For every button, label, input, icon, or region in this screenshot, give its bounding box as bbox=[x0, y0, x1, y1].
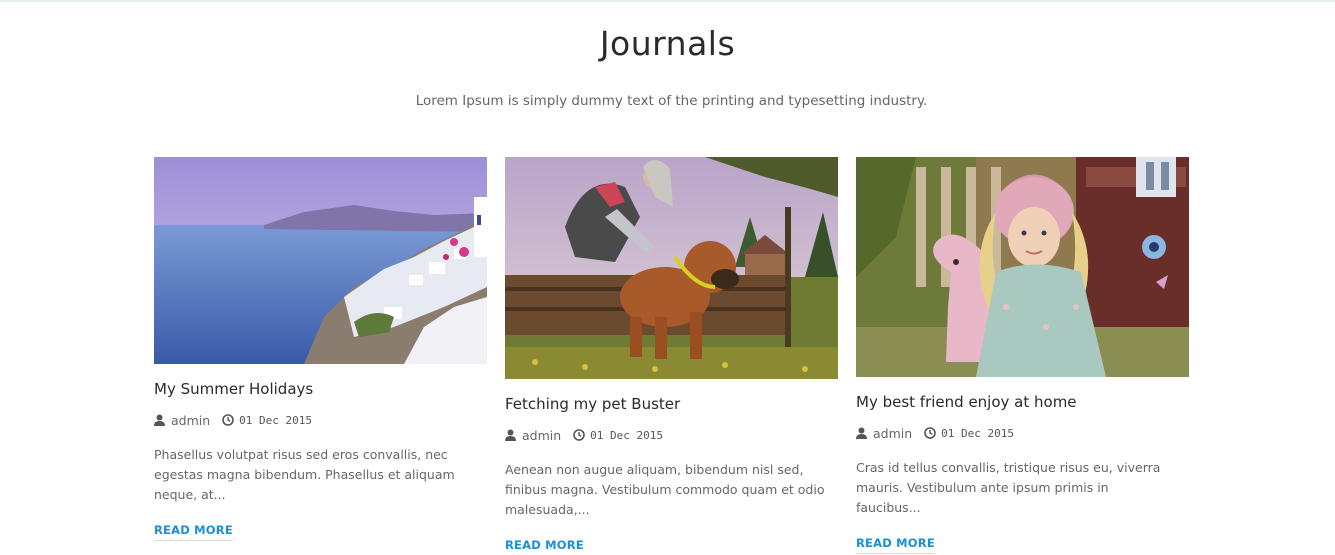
post-title[interactable]: My Summer Holidays bbox=[154, 380, 487, 399]
post-excerpt: Cras id tellus convallis, tristique risu… bbox=[856, 460, 1161, 515]
post-author[interactable]: admin bbox=[171, 413, 210, 428]
post-title[interactable]: My best friend enjoy at home bbox=[856, 393, 1189, 412]
clock-icon bbox=[573, 429, 585, 441]
read-more-link[interactable]: READ MORE bbox=[856, 536, 935, 554]
post-date: 01 Dec 2015 bbox=[590, 428, 664, 442]
post-excerpt: Aenean non augue aliquam, bibendum nisl … bbox=[505, 462, 825, 517]
top-divider bbox=[0, 0, 1335, 2]
clock-icon bbox=[222, 414, 234, 426]
post-meta: admin 01 Dec 2015 bbox=[505, 427, 838, 443]
post-image-santorini[interactable] bbox=[154, 157, 487, 364]
post-meta: admin 01 Dec 2015 bbox=[856, 425, 1189, 441]
section-title: Journals bbox=[599, 24, 736, 63]
journal-card: Fetching my pet Buster admin 01 Dec 2015… bbox=[505, 157, 838, 555]
read-more-link[interactable]: READ MORE bbox=[505, 538, 584, 555]
journal-card: My Summer Holidays admin 01 Dec 2015 Pha… bbox=[154, 157, 487, 541]
post-image-dog[interactable] bbox=[505, 157, 838, 379]
post-author[interactable]: admin bbox=[873, 426, 912, 441]
post-date: 01 Dec 2015 bbox=[239, 413, 313, 427]
journal-card: My best friend enjoy at home admin 01 De… bbox=[856, 157, 1189, 554]
user-icon bbox=[154, 414, 166, 426]
user-icon bbox=[856, 427, 868, 439]
post-author[interactable]: admin bbox=[522, 428, 561, 443]
post-meta: admin 01 Dec 2015 bbox=[154, 412, 487, 428]
section-subtitle: Lorem Ipsum is simply dummy text of the … bbox=[415, 93, 928, 109]
user-icon bbox=[505, 429, 517, 441]
post-title[interactable]: Fetching my pet Buster bbox=[505, 395, 838, 414]
post-excerpt: Phasellus volutpat risus sed eros conval… bbox=[154, 447, 455, 502]
read-more-link[interactable]: READ MORE bbox=[154, 523, 233, 541]
post-date: 01 Dec 2015 bbox=[941, 426, 1015, 440]
post-image-girl[interactable] bbox=[856, 157, 1189, 377]
clock-icon bbox=[924, 427, 936, 439]
